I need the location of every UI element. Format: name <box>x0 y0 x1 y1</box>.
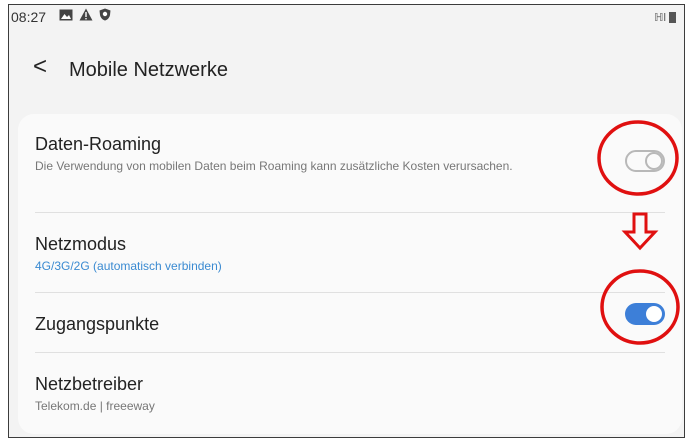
setting-netzmodus[interactable]: Netzmodus 4G/3G/2G (automatisch verbinde… <box>18 234 682 274</box>
signal-icon: ℍl <box>654 12 666 24</box>
divider <box>35 292 665 293</box>
divider <box>35 352 665 353</box>
daten-roaming-toggle[interactable] <box>625 150 665 172</box>
setting-netzbetreiber[interactable]: Netzbetreiber Telekom.de | freeeway <box>18 374 682 414</box>
toggle-knob <box>645 152 663 170</box>
status-bar: 08:27 ℍl <box>9 5 684 31</box>
toggle-knob <box>644 304 664 324</box>
setting-subtitle: Die Verwendung von mobilen Daten beim Ro… <box>35 159 513 173</box>
divider <box>35 212 665 213</box>
battery-icon <box>669 12 676 23</box>
setting-title: Netzbetreiber <box>35 374 144 394</box>
setting-title: Daten-Roaming <box>35 134 162 154</box>
zugangspunkte-toggle[interactable] <box>625 303 665 325</box>
setting-subtitle: Telekom.de | freeeway <box>35 399 155 413</box>
warning-icon <box>79 8 93 21</box>
phone-screen: 08:27 ℍl < Mobile Netzwerke Daten-Roamin… <box>8 4 685 438</box>
setting-title: Netzmodus <box>35 234 127 254</box>
settings-card: Daten-Roaming Die Verwendung von mobilen… <box>18 114 682 434</box>
setting-subtitle: 4G/3G/2G (automatisch verbinden) <box>35 259 222 273</box>
setting-daten-roaming[interactable]: Daten-Roaming Die Verwendung von mobilen… <box>18 134 682 174</box>
shield-icon <box>99 8 111 21</box>
back-button[interactable]: < <box>33 55 47 79</box>
status-icons <box>59 8 111 21</box>
app-bar: < Mobile Netzwerke <box>9 49 684 93</box>
page-title: Mobile Netzwerke <box>69 59 228 81</box>
setting-title: Zugangspunkte <box>35 314 160 334</box>
status-right-icons: ℍl <box>654 11 676 24</box>
status-time: 08:27 <box>11 9 47 25</box>
setting-zugangspunkte[interactable]: Zugangspunkte <box>18 314 682 335</box>
image-icon <box>59 9 73 20</box>
